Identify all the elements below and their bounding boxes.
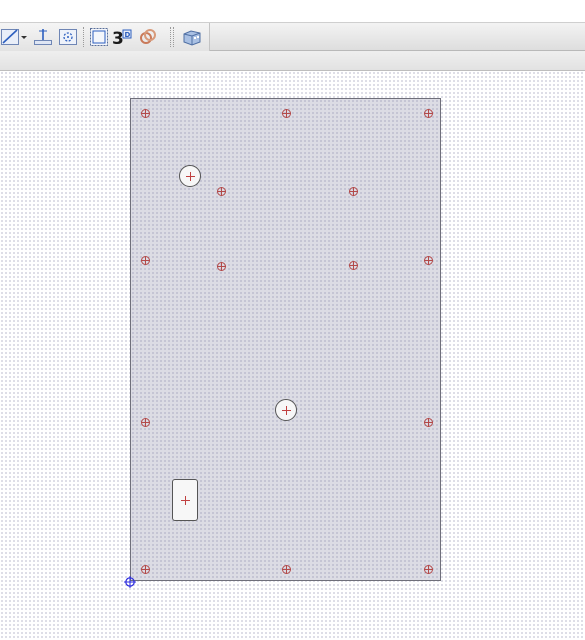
hole-tool-button[interactable]	[57, 26, 79, 48]
center-mark	[180, 495, 190, 505]
3d-icon: 3 D	[112, 27, 134, 47]
main-toolbar: 3 D	[0, 22, 585, 51]
title-area	[0, 0, 585, 22]
mounting-hole[interactable]	[423, 417, 433, 427]
chevron-down-icon	[21, 34, 27, 40]
svg-text:D: D	[125, 31, 131, 39]
mounting-hole[interactable]	[348, 186, 358, 196]
dimension-icon	[33, 27, 53, 47]
mounting-hole[interactable]	[216, 186, 226, 196]
svg-text:3: 3	[112, 29, 124, 47]
round-cutout[interactable]	[179, 165, 201, 187]
mounting-hole[interactable]	[140, 108, 150, 118]
rect-cutout[interactable]	[172, 479, 198, 521]
box-view-button[interactable]	[181, 26, 203, 48]
mounting-hole[interactable]	[140, 255, 150, 265]
panel-icon	[89, 27, 109, 47]
secondary-toolbar	[0, 51, 585, 71]
line-tool-dropdown[interactable]	[20, 26, 28, 48]
drawing-canvas[interactable]	[0, 71, 585, 640]
center-mark	[281, 405, 291, 415]
dimension-tool-button[interactable]	[32, 26, 54, 48]
center-mark	[185, 171, 195, 181]
mounting-hole[interactable]	[140, 417, 150, 427]
mounting-hole[interactable]	[216, 261, 226, 271]
mounting-hole[interactable]	[281, 564, 291, 574]
mounting-hole[interactable]	[281, 108, 291, 118]
mounting-hole[interactable]	[140, 564, 150, 574]
toolbar-separator	[170, 27, 171, 47]
toolbar-separator	[173, 27, 174, 47]
mounting-hole[interactable]	[348, 260, 358, 270]
mounting-hole[interactable]	[423, 255, 433, 265]
round-cutout[interactable]	[275, 399, 297, 421]
mounting-hole[interactable]	[423, 108, 433, 118]
link-icon	[138, 27, 158, 47]
origin-marker-icon[interactable]	[124, 575, 136, 588]
3d-view-button[interactable]: 3 D	[112, 26, 134, 48]
line-tool-button[interactable]	[0, 26, 22, 48]
toolbar-separator	[83, 27, 84, 47]
line-icon	[1, 27, 21, 47]
hole-icon	[58, 27, 78, 47]
front-panel-plate[interactable]	[130, 98, 441, 581]
panel-tool-button[interactable]	[88, 26, 110, 48]
link-tool-button[interactable]	[137, 26, 159, 48]
mounting-hole[interactable]	[423, 564, 433, 574]
tool-group: 3 D	[0, 23, 210, 51]
box-icon	[181, 27, 203, 47]
